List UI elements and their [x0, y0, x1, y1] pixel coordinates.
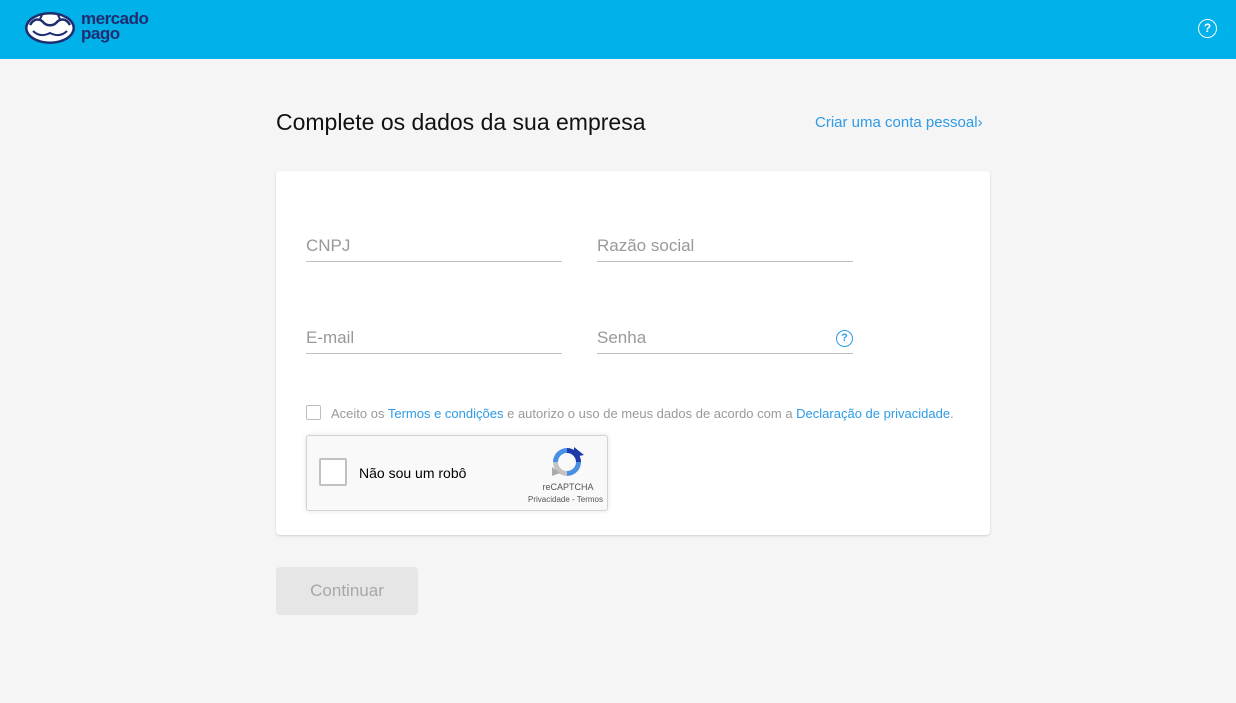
terms-suffix: .	[950, 406, 954, 421]
recaptcha-label: Não sou um robô	[359, 465, 467, 481]
terms-prefix: Aceito os	[331, 406, 388, 421]
page-title: Complete os dados da sua empresa	[276, 109, 646, 135]
handshake-logo-icon	[25, 12, 75, 44]
continue-button[interactable]: Continuar	[276, 567, 418, 615]
email-input[interactable]	[306, 324, 562, 352]
recaptcha-links[interactable]: Privacidade - Termos	[515, 495, 603, 504]
razao-social-field	[597, 232, 853, 262]
recaptcha-widget: Não sou um robô reCAPTCHA Privacidade - …	[306, 435, 608, 511]
razao-social-input[interactable]	[597, 232, 853, 260]
email-field	[306, 324, 562, 354]
terms-middle: e autorizo o uso de meus dados de acordo…	[503, 406, 797, 421]
create-personal-account-link[interactable]: Criar uma conta pessoal›	[815, 114, 983, 131]
cnpj-input[interactable]	[306, 232, 562, 260]
recaptcha-brand: reCAPTCHA	[542, 482, 594, 492]
cnpj-field	[306, 232, 562, 262]
password-help-icon[interactable]: ?	[836, 330, 853, 347]
senha-field: ?	[597, 324, 853, 354]
recaptcha-checkbox[interactable]	[319, 458, 347, 486]
company-form-card: ? Aceito os Termos e condições e autoriz…	[276, 171, 990, 535]
logo-wordmark: mercado pago	[81, 10, 149, 43]
privacy-link[interactable]: Declaração de privacidade	[796, 406, 950, 421]
senha-input[interactable]	[597, 324, 853, 352]
terms-text: Aceito os Termos e condições e autorizo …	[331, 406, 954, 421]
top-bar: mercado pago ?	[0, 0, 1236, 59]
mercado-pago-logo[interactable]: mercado pago	[24, 8, 164, 50]
help-icon[interactable]: ?	[1198, 19, 1217, 38]
logo-line-2: pago	[81, 24, 120, 43]
terms-link[interactable]: Termos e condições	[388, 406, 504, 421]
terms-checkbox[interactable]	[306, 405, 321, 420]
recaptcha-logo-icon	[552, 447, 584, 476]
